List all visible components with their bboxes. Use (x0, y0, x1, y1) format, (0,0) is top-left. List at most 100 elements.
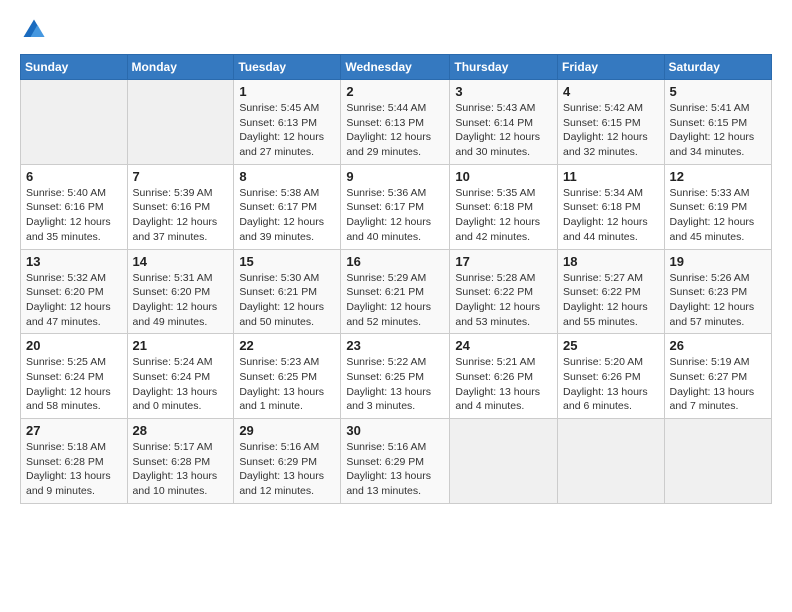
calendar-cell (664, 419, 771, 504)
day-number: 19 (670, 254, 766, 269)
calendar-cell: 30 Sunrise: 5:16 AM Sunset: 6:29 PM Dayli… (341, 419, 450, 504)
day-number: 2 (346, 84, 444, 99)
calendar-cell: 23Sunrise: 5:22 AM Sunset: 6:25 PM Dayli… (341, 334, 450, 419)
calendar-cell: 7 Sunrise: 5:39 AM Sunset: 6:16 PM Daylig… (127, 164, 234, 249)
day-info: Sunrise: 5:20 AM Sunset: 6:26 PM Dayligh… (563, 355, 659, 414)
calendar-cell (127, 80, 234, 165)
page: SundayMondayTuesdayWednesdayThursdayFrid… (0, 0, 792, 612)
day-info: Sunrise: 5:26 AM Sunset: 6:23 PM Dayligh… (670, 271, 766, 330)
calendar-cell: 28 Sunrise: 5:17 AM Sunset: 6:28 PM Dayli… (127, 419, 234, 504)
calendar-cell: 18Sunrise: 5:27 AM Sunset: 6:22 PM Dayli… (558, 249, 665, 334)
calendar-cell: 24 Sunrise: 5:21 AM Sunset: 6:26 PM Dayli… (450, 334, 558, 419)
day-number: 12 (670, 169, 766, 184)
calendar-week-5: 27 Sunrise: 5:18 AM Sunset: 6:28 PM Dayli… (21, 419, 772, 504)
day-number: 11 (563, 169, 659, 184)
calendar-table: SundayMondayTuesdayWednesdayThursdayFrid… (20, 54, 772, 504)
calendar-cell: 4Sunrise: 5:42 AM Sunset: 6:15 PM Daylig… (558, 80, 665, 165)
day-info: Sunrise: 5:42 AM Sunset: 6:15 PM Dayligh… (563, 101, 659, 160)
day-info: Sunrise: 5:34 AM Sunset: 6:18 PM Dayligh… (563, 186, 659, 245)
header (20, 16, 772, 44)
day-info: Sunrise: 5:40 AM Sunset: 6:16 PM Dayligh… (26, 186, 122, 245)
calendar-cell: 1 Sunrise: 5:45 AM Sunset: 6:13 PM Daylig… (234, 80, 341, 165)
day-info: Sunrise: 5:19 AM Sunset: 6:27 PM Dayligh… (670, 355, 766, 414)
calendar-cell: 27 Sunrise: 5:18 AM Sunset: 6:28 PM Dayli… (21, 419, 128, 504)
day-number: 23 (346, 338, 444, 353)
calendar-cell (21, 80, 128, 165)
day-info: Sunrise: 5:25 AM Sunset: 6:24 PM Dayligh… (26, 355, 122, 414)
calendar-cell: 5 Sunrise: 5:41 AM Sunset: 6:15 PM Daylig… (664, 80, 771, 165)
day-info: Sunrise: 5:43 AM Sunset: 6:14 PM Dayligh… (455, 101, 552, 160)
day-info: Sunrise: 5:31 AM Sunset: 6:20 PM Dayligh… (133, 271, 229, 330)
day-info: Sunrise: 5:36 AM Sunset: 6:17 PM Dayligh… (346, 186, 444, 245)
day-number: 9 (346, 169, 444, 184)
calendar-week-4: 20 Sunrise: 5:25 AM Sunset: 6:24 PM Dayli… (21, 334, 772, 419)
day-number: 29 (239, 423, 335, 438)
calendar-cell: 13 Sunrise: 5:32 AM Sunset: 6:20 PM Dayli… (21, 249, 128, 334)
day-info: Sunrise: 5:32 AM Sunset: 6:20 PM Dayligh… (26, 271, 122, 330)
calendar-cell: 21 Sunrise: 5:24 AM Sunset: 6:24 PM Dayli… (127, 334, 234, 419)
day-number: 30 (346, 423, 444, 438)
day-number: 22 (239, 338, 335, 353)
day-info: Sunrise: 5:38 AM Sunset: 6:17 PM Dayligh… (239, 186, 335, 245)
day-info: Sunrise: 5:16 AM Sunset: 6:29 PM Dayligh… (346, 440, 444, 499)
day-info: Sunrise: 5:23 AM Sunset: 6:25 PM Dayligh… (239, 355, 335, 414)
calendar-cell: 2 Sunrise: 5:44 AM Sunset: 6:13 PM Daylig… (341, 80, 450, 165)
day-number: 10 (455, 169, 552, 184)
day-info: Sunrise: 5:21 AM Sunset: 6:26 PM Dayligh… (455, 355, 552, 414)
calendar-cell: 9 Sunrise: 5:36 AM Sunset: 6:17 PM Daylig… (341, 164, 450, 249)
weekday-sunday: Sunday (21, 55, 128, 80)
day-info: Sunrise: 5:30 AM Sunset: 6:21 PM Dayligh… (239, 271, 335, 330)
day-info: Sunrise: 5:28 AM Sunset: 6:22 PM Dayligh… (455, 271, 552, 330)
day-number: 5 (670, 84, 766, 99)
weekday-wednesday: Wednesday (341, 55, 450, 80)
calendar-cell: 3 Sunrise: 5:43 AM Sunset: 6:14 PM Daylig… (450, 80, 558, 165)
day-info: Sunrise: 5:29 AM Sunset: 6:21 PM Dayligh… (346, 271, 444, 330)
day-number: 21 (133, 338, 229, 353)
weekday-friday: Friday (558, 55, 665, 80)
day-info: Sunrise: 5:17 AM Sunset: 6:28 PM Dayligh… (133, 440, 229, 499)
day-number: 24 (455, 338, 552, 353)
day-number: 8 (239, 169, 335, 184)
calendar-cell: 25 Sunrise: 5:20 AM Sunset: 6:26 PM Dayli… (558, 334, 665, 419)
day-number: 25 (563, 338, 659, 353)
day-info: Sunrise: 5:27 AM Sunset: 6:22 PM Dayligh… (563, 271, 659, 330)
day-number: 3 (455, 84, 552, 99)
calendar-cell: 19 Sunrise: 5:26 AM Sunset: 6:23 PM Dayli… (664, 249, 771, 334)
calendar-cell: 8 Sunrise: 5:38 AM Sunset: 6:17 PM Daylig… (234, 164, 341, 249)
logo-icon (20, 16, 48, 44)
day-number: 16 (346, 254, 444, 269)
day-info: Sunrise: 5:45 AM Sunset: 6:13 PM Dayligh… (239, 101, 335, 160)
calendar-cell: 16 Sunrise: 5:29 AM Sunset: 6:21 PM Dayli… (341, 249, 450, 334)
calendar-cell: 10 Sunrise: 5:35 AM Sunset: 6:18 PM Dayli… (450, 164, 558, 249)
calendar-week-2: 6 Sunrise: 5:40 AM Sunset: 6:16 PM Daylig… (21, 164, 772, 249)
day-number: 15 (239, 254, 335, 269)
weekday-saturday: Saturday (664, 55, 771, 80)
calendar-cell: 17 Sunrise: 5:28 AM Sunset: 6:22 PM Dayli… (450, 249, 558, 334)
day-info: Sunrise: 5:33 AM Sunset: 6:19 PM Dayligh… (670, 186, 766, 245)
weekday-thursday: Thursday (450, 55, 558, 80)
weekday-monday: Monday (127, 55, 234, 80)
day-info: Sunrise: 5:39 AM Sunset: 6:16 PM Dayligh… (133, 186, 229, 245)
calendar-cell: 15 Sunrise: 5:30 AM Sunset: 6:21 PM Dayli… (234, 249, 341, 334)
day-number: 7 (133, 169, 229, 184)
day-info: Sunrise: 5:18 AM Sunset: 6:28 PM Dayligh… (26, 440, 122, 499)
day-number: 17 (455, 254, 552, 269)
calendar-cell: 14 Sunrise: 5:31 AM Sunset: 6:20 PM Dayli… (127, 249, 234, 334)
day-number: 27 (26, 423, 122, 438)
calendar-cell: 26Sunrise: 5:19 AM Sunset: 6:27 PM Dayli… (664, 334, 771, 419)
day-info: Sunrise: 5:16 AM Sunset: 6:29 PM Dayligh… (239, 440, 335, 499)
day-number: 14 (133, 254, 229, 269)
calendar-week-1: 1 Sunrise: 5:45 AM Sunset: 6:13 PM Daylig… (21, 80, 772, 165)
day-info: Sunrise: 5:35 AM Sunset: 6:18 PM Dayligh… (455, 186, 552, 245)
calendar-cell: 22 Sunrise: 5:23 AM Sunset: 6:25 PM Dayli… (234, 334, 341, 419)
day-info: Sunrise: 5:41 AM Sunset: 6:15 PM Dayligh… (670, 101, 766, 160)
day-number: 1 (239, 84, 335, 99)
day-number: 20 (26, 338, 122, 353)
day-number: 6 (26, 169, 122, 184)
day-info: Sunrise: 5:24 AM Sunset: 6:24 PM Dayligh… (133, 355, 229, 414)
day-number: 28 (133, 423, 229, 438)
day-number: 13 (26, 254, 122, 269)
day-info: Sunrise: 5:44 AM Sunset: 6:13 PM Dayligh… (346, 101, 444, 160)
weekday-tuesday: Tuesday (234, 55, 341, 80)
calendar-cell: 6 Sunrise: 5:40 AM Sunset: 6:16 PM Daylig… (21, 164, 128, 249)
